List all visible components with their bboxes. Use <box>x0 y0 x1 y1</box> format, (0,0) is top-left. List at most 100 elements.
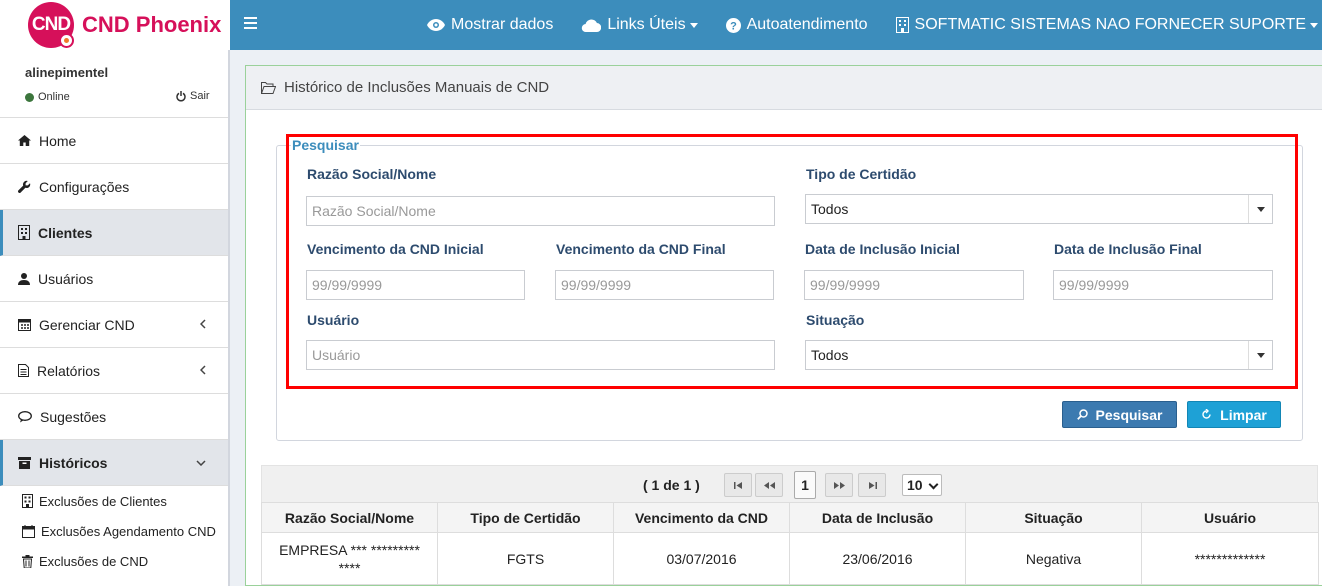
inclusao-inicial-label: Data de Inclusão Inicial <box>805 241 960 257</box>
search-button-label: Pesquisar <box>1095 406 1163 423</box>
cell-tipo-certidao: FGTS <box>437 532 614 585</box>
sidebar-subitem-label: Exclusões de Clientes <box>39 493 167 509</box>
col-usuario[interactable]: Usuário <box>1141 502 1319 533</box>
prev-page-icon <box>763 481 775 489</box>
sidebar-item-configuracoes[interactable]: Configurações <box>0 164 228 210</box>
tipo-certidao-select[interactable]: Todos <box>805 194 1273 224</box>
sidebar-item-label: Configurações <box>39 178 130 195</box>
razao-input[interactable]: Razão Social/Nome <box>306 196 775 226</box>
sidebar-item-gerenciar-cnd[interactable]: Gerenciar CND <box>0 302 228 348</box>
sidebar-item-home[interactable]: Home <box>0 118 228 164</box>
trash-icon <box>22 554 33 568</box>
tipo-certidao-label: Tipo de Certidão <box>806 166 917 182</box>
first-page-button[interactable] <box>724 473 752 497</box>
wrench-icon <box>18 180 31 193</box>
logout-link[interactable]: Sair <box>176 90 210 102</box>
user-name: alinepimentel <box>25 65 109 80</box>
cloud-icon <box>582 18 602 32</box>
last-page-icon <box>868 481 877 489</box>
question-circle-icon: ? <box>725 17 741 33</box>
chevron-down-icon <box>1248 195 1272 223</box>
company-dropdown[interactable]: SOFTMATIC SISTEMAS NAO FORNECER SUPORTE <box>882 16 1322 34</box>
cell-vencimento: 03/07/2016 <box>613 532 790 585</box>
sidebar-item-clientes[interactable]: Clientes <box>0 210 228 256</box>
useful-links-dropdown[interactable]: Links Úteis <box>567 16 711 34</box>
usuario-input[interactable]: Usuário <box>306 340 775 370</box>
company-label: SOFTMATIC SISTEMAS NAO FORNECER SUPORTE <box>914 16 1306 33</box>
prev-page-button[interactable] <box>755 473 783 497</box>
first-page-icon <box>733 481 742 489</box>
rows-per-page-select[interactable]: 10 <box>902 474 942 496</box>
situacao-value: Todos <box>811 347 849 363</box>
building-icon <box>22 494 33 508</box>
inclusao-final-input[interactable]: 99/99/9999 <box>1053 270 1273 300</box>
sidebar-item-label: Sugestões <box>40 408 107 425</box>
venc-final-label: Vencimento da CND Final <box>556 241 726 257</box>
chevron-down-icon <box>1310 22 1318 28</box>
online-dot-icon <box>25 92 34 102</box>
building-icon <box>895 17 909 33</box>
sidebar-item-relatorios[interactable]: Relatórios <box>0 348 228 394</box>
sidebar-subitem-exclusoes-cnd[interactable]: Exclusões de CND <box>0 546 228 576</box>
power-icon <box>176 90 186 101</box>
logo[interactable]: CND CND Phoenix <box>0 0 230 50</box>
cell-usuario: ************* <box>1141 532 1319 585</box>
col-razao-social[interactable]: Razão Social/Nome <box>261 502 438 533</box>
col-vencimento[interactable]: Vencimento da CND <box>613 502 790 533</box>
sidebar-subitem-label: Exclusões Agendamento CND <box>41 523 216 539</box>
clear-button[interactable]: Limpar <box>1187 401 1281 428</box>
sidebar-item-label: Históricos <box>39 454 108 471</box>
search-legend: Pesquisar <box>291 137 360 153</box>
results-table: Razão Social/Nome Tipo de Certidão Venci… <box>261 502 1319 585</box>
col-tipo-certidao[interactable]: Tipo de Certidão <box>437 502 614 533</box>
svg-text:?: ? <box>730 20 737 32</box>
next-page-button[interactable] <box>825 473 853 497</box>
chevron-left-icon <box>200 365 206 375</box>
sidebar-subitem-exclusoes-clientes[interactable]: Exclusões de Clientes <box>0 486 228 516</box>
user-icon <box>18 272 30 285</box>
inclusao-inicial-input[interactable]: 99/99/9999 <box>804 270 1024 300</box>
search-button[interactable]: Pesquisar <box>1062 401 1177 428</box>
chevron-down-icon <box>1248 341 1272 369</box>
chevron-down-icon <box>196 460 206 466</box>
page-title: Histórico de Inclusões Manuais de CND <box>284 79 550 96</box>
page-count: ( 1 de 1 ) <box>643 477 700 493</box>
sidebar-subitem-label: Exclusões de CND <box>39 553 149 569</box>
user-status: Online <box>25 91 70 103</box>
search-icon <box>1076 409 1088 420</box>
self-service-link[interactable]: ? Autoatendimento <box>712 16 882 34</box>
hamburger-icon[interactable] <box>244 13 257 34</box>
col-situacao[interactable]: Situação <box>965 502 1142 533</box>
tipo-certidao-value: Todos <box>811 201 849 217</box>
logo-text: CND Phoenix <box>82 12 222 37</box>
self-service-label: Autoatendimento <box>746 16 868 33</box>
venc-final-input[interactable]: 99/99/9999 <box>555 270 774 300</box>
sidebar-item-sugestoes[interactable]: Sugestões <box>0 394 228 440</box>
phoenix-icon <box>59 33 74 48</box>
col-data-inclusao[interactable]: Data de Inclusão <box>789 502 966 533</box>
sidebar: alinepimentel Online Sair Home Configura… <box>0 50 230 586</box>
sidebar-item-historicos[interactable]: Históricos <box>0 440 228 486</box>
user-status-text: Online <box>38 91 70 103</box>
logout-label: Sair <box>190 90 210 102</box>
page-1-button[interactable]: 1 <box>794 471 816 499</box>
calendar-icon <box>22 524 35 538</box>
sidebar-item-usuarios[interactable]: Usuários <box>0 256 228 302</box>
venc-inicial-input[interactable]: 99/99/9999 <box>306 270 525 300</box>
next-page-icon <box>833 481 845 489</box>
cell-data-inclusao: 23/06/2016 <box>789 532 966 585</box>
box-header: Histórico de Inclusões Manuais de CND <box>246 66 1322 110</box>
show-data-link[interactable]: Mostrar dados <box>413 16 567 34</box>
inclusao-final-label: Data de Inclusão Final <box>1054 241 1202 257</box>
razao-label: Razão Social/Nome <box>307 166 437 182</box>
sidebar-item-label: Home <box>39 132 77 149</box>
top-navbar: Mostrar dados Links Úteis ? Autoatendime… <box>230 0 1322 50</box>
situacao-select[interactable]: Todos <box>805 340 1273 370</box>
table-row[interactable]: EMPRESA *** ********* **** FGTS 03/07/20… <box>261 532 1319 585</box>
last-page-button[interactable] <box>858 473 886 497</box>
paginator: ( 1 de 1 ) 1 10 <box>261 465 1318 502</box>
folder-open-icon <box>261 81 276 94</box>
usuario-label: Usuário <box>307 312 360 328</box>
logo-badge: CND <box>28 2 74 48</box>
sidebar-subitem-exclusoes-agendamento[interactable]: Exclusões Agendamento CND <box>0 516 228 546</box>
